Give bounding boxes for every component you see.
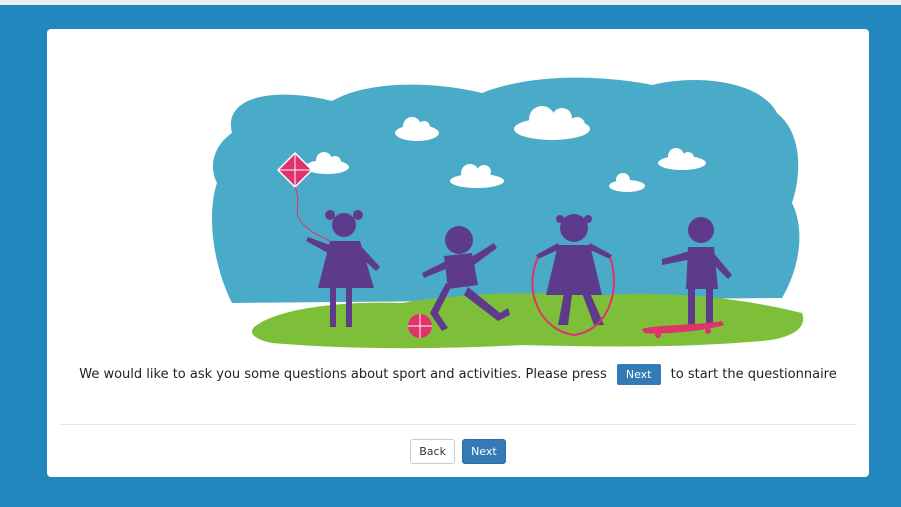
back-button[interactable]: Back <box>410 439 455 464</box>
intro-text-before: We would like to ask you some questions … <box>79 367 607 382</box>
questionnaire-card: We would like to ask you some questions … <box>47 29 869 477</box>
next-button[interactable]: Next <box>462 439 506 464</box>
top-strip <box>0 0 901 5</box>
footer-dots: . . <box>56 490 70 499</box>
intro-text: We would like to ask you some questions … <box>47 364 869 385</box>
inline-next-button[interactable]: Next <box>616 364 661 385</box>
divider <box>59 424 857 425</box>
navigation-buttons: Back Next <box>47 439 869 464</box>
children-playing-illustration <box>212 77 804 349</box>
ball-icon <box>408 314 432 338</box>
intro-text-after: to start the questionnaire <box>670 367 837 382</box>
